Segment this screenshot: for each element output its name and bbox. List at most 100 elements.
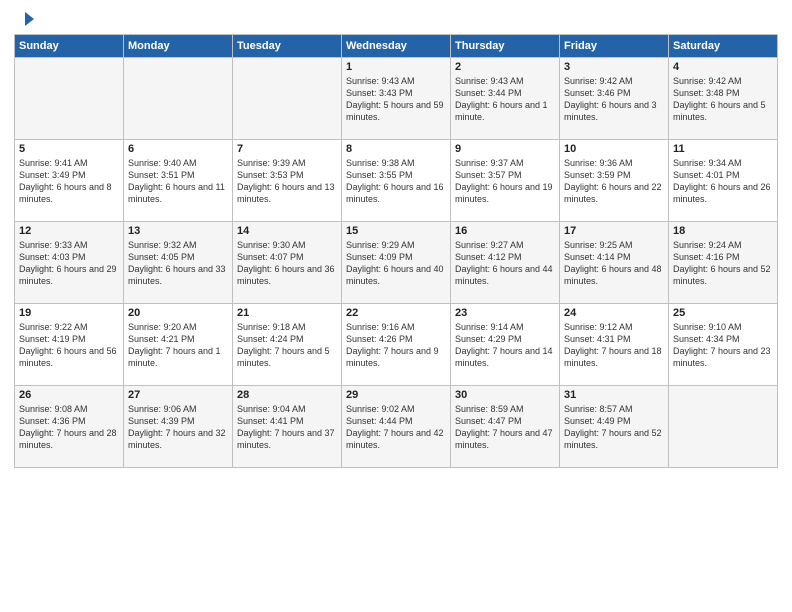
col-header-tuesday: Tuesday (233, 35, 342, 58)
cell-2-0: 5 Sunrise: 9:41 AM Sunset: 3:49 PM Daylig… (15, 140, 124, 222)
col-header-sunday: Sunday (15, 35, 124, 58)
header-row: SundayMondayTuesdayWednesdayThursdayFrid… (15, 35, 778, 58)
day-number: 7 (237, 143, 337, 155)
day-number: 9 (455, 143, 555, 155)
cell-1-5: 3 Sunrise: 9:42 AM Sunset: 3:46 PM Daylig… (560, 58, 669, 140)
col-header-monday: Monday (124, 35, 233, 58)
cell-1-1 (124, 58, 233, 140)
cell-info: Sunrise: 9:39 AM Sunset: 3:53 PM Dayligh… (237, 157, 337, 206)
day-number: 18 (673, 225, 773, 237)
cell-info: Sunrise: 9:42 AM Sunset: 3:48 PM Dayligh… (673, 75, 773, 124)
day-number: 28 (237, 389, 337, 401)
cell-info: Sunrise: 9:12 AM Sunset: 4:31 PM Dayligh… (564, 321, 664, 370)
cell-3-4: 16Sunrise: 9:27 AM Sunset: 4:12 PM Dayli… (451, 222, 560, 304)
day-number: 27 (128, 389, 228, 401)
cell-info: Sunrise: 9:41 AM Sunset: 3:49 PM Dayligh… (19, 157, 119, 206)
cell-1-3: 1 Sunrise: 9:43 AM Sunset: 3:43 PM Daylig… (342, 58, 451, 140)
cell-info: Sunrise: 9:25 AM Sunset: 4:14 PM Dayligh… (564, 239, 664, 288)
cell-info: Sunrise: 9:38 AM Sunset: 3:55 PM Dayligh… (346, 157, 446, 206)
day-number: 15 (346, 225, 446, 237)
calendar-table: SundayMondayTuesdayWednesdayThursdayFrid… (14, 34, 778, 468)
cell-1-6: 4 Sunrise: 9:42 AM Sunset: 3:48 PM Daylig… (669, 58, 778, 140)
logo (14, 10, 34, 28)
page: SundayMondayTuesdayWednesdayThursdayFrid… (0, 0, 792, 612)
cell-3-2: 14 Sunrise: 9:30 AM Sunset: 4:07 PM Dayli… (233, 222, 342, 304)
cell-info: Sunrise: 9:30 AM Sunset: 4:07 PM Dayligh… (237, 239, 337, 288)
cell-5-1: 27 Sunrise: 9:06 AM Sunset: 4:39 PM Dayli… (124, 386, 233, 468)
cell-5-0: 26 Sunrise: 9:08 AM Sunset: 4:36 PM Dayli… (15, 386, 124, 468)
day-number: 24 (564, 307, 664, 319)
cell-info: Sunrise: 9:37 AM Sunset: 3:57 PM Dayligh… (455, 157, 555, 206)
cell-info: Sunrise: 9:43 AM Sunset: 3:43 PM Dayligh… (346, 75, 446, 124)
col-header-friday: Friday (560, 35, 669, 58)
col-header-thursday: Thursday (451, 35, 560, 58)
cell-5-5: 31 Sunrise: 8:57 AM Sunset: 4:49 PM Dayli… (560, 386, 669, 468)
cell-info: Sunrise: 9:22 AM Sunset: 4:19 PM Dayligh… (19, 321, 119, 370)
cell-info: Sunrise: 9:06 AM Sunset: 4:39 PM Dayligh… (128, 403, 228, 452)
cell-2-4: 9 Sunrise: 9:37 AM Sunset: 3:57 PM Daylig… (451, 140, 560, 222)
cell-info: Sunrise: 9:10 AM Sunset: 4:34 PM Dayligh… (673, 321, 773, 370)
cell-info: Sunrise: 8:59 AM Sunset: 4:47 PM Dayligh… (455, 403, 555, 452)
cell-info: Sunrise: 9:24 AM Sunset: 4:16 PM Dayligh… (673, 239, 773, 288)
cell-3-3: 15Sunrise: 9:29 AM Sunset: 4:09 PM Dayli… (342, 222, 451, 304)
day-number: 2 (455, 61, 555, 73)
day-number: 10 (564, 143, 664, 155)
cell-info: Sunrise: 9:40 AM Sunset: 3:51 PM Dayligh… (128, 157, 228, 206)
cell-4-2: 21Sunrise: 9:18 AM Sunset: 4:24 PM Dayli… (233, 304, 342, 386)
cell-4-6: 25 Sunrise: 9:10 AM Sunset: 4:34 PM Dayli… (669, 304, 778, 386)
cell-4-3: 22 Sunrise: 9:16 AM Sunset: 4:26 PM Dayli… (342, 304, 451, 386)
cell-info: Sunrise: 9:27 AM Sunset: 4:12 PM Dayligh… (455, 239, 555, 288)
day-number: 30 (455, 389, 555, 401)
week-row-5: 26 Sunrise: 9:08 AM Sunset: 4:36 PM Dayli… (15, 386, 778, 468)
cell-2-5: 10 Sunrise: 9:36 AM Sunset: 3:59 PM Dayli… (560, 140, 669, 222)
cell-2-6: 11 Sunrise: 9:34 AM Sunset: 4:01 PM Dayli… (669, 140, 778, 222)
cell-info: Sunrise: 9:43 AM Sunset: 3:44 PM Dayligh… (455, 75, 555, 124)
day-number: 14 (237, 225, 337, 237)
cell-4-1: 20 Sunrise: 9:20 AM Sunset: 4:21 PM Dayli… (124, 304, 233, 386)
header (14, 10, 778, 28)
cell-info: Sunrise: 9:34 AM Sunset: 4:01 PM Dayligh… (673, 157, 773, 206)
day-number: 5 (19, 143, 119, 155)
cell-2-3: 8Sunrise: 9:38 AM Sunset: 3:55 PM Daylig… (342, 140, 451, 222)
cell-info: Sunrise: 9:04 AM Sunset: 4:41 PM Dayligh… (237, 403, 337, 452)
cell-info: Sunrise: 9:33 AM Sunset: 4:03 PM Dayligh… (19, 239, 119, 288)
day-number: 20 (128, 307, 228, 319)
cell-info: Sunrise: 9:16 AM Sunset: 4:26 PM Dayligh… (346, 321, 446, 370)
day-number: 11 (673, 143, 773, 155)
day-number: 29 (346, 389, 446, 401)
cell-info: Sunrise: 9:08 AM Sunset: 4:36 PM Dayligh… (19, 403, 119, 452)
week-row-3: 12 Sunrise: 9:33 AM Sunset: 4:03 PM Dayli… (15, 222, 778, 304)
cell-4-5: 24 Sunrise: 9:12 AM Sunset: 4:31 PM Dayli… (560, 304, 669, 386)
day-number: 3 (564, 61, 664, 73)
cell-info: Sunrise: 9:20 AM Sunset: 4:21 PM Dayligh… (128, 321, 228, 370)
cell-5-4: 30 Sunrise: 8:59 AM Sunset: 4:47 PM Dayli… (451, 386, 560, 468)
cell-4-0: 19Sunrise: 9:22 AM Sunset: 4:19 PM Dayli… (15, 304, 124, 386)
cell-info: Sunrise: 9:42 AM Sunset: 3:46 PM Dayligh… (564, 75, 664, 124)
day-number: 23 (455, 307, 555, 319)
col-header-wednesday: Wednesday (342, 35, 451, 58)
day-number: 1 (346, 61, 446, 73)
cell-1-4: 2 Sunrise: 9:43 AM Sunset: 3:44 PM Daylig… (451, 58, 560, 140)
week-row-2: 5 Sunrise: 9:41 AM Sunset: 3:49 PM Daylig… (15, 140, 778, 222)
col-header-saturday: Saturday (669, 35, 778, 58)
cell-3-6: 18 Sunrise: 9:24 AM Sunset: 4:16 PM Dayli… (669, 222, 778, 304)
day-number: 26 (19, 389, 119, 401)
day-number: 25 (673, 307, 773, 319)
logo-flag-icon (16, 10, 34, 28)
day-number: 21 (237, 307, 337, 319)
cell-4-4: 23 Sunrise: 9:14 AM Sunset: 4:29 PM Dayli… (451, 304, 560, 386)
day-number: 12 (19, 225, 119, 237)
day-number: 31 (564, 389, 664, 401)
cell-2-2: 7 Sunrise: 9:39 AM Sunset: 3:53 PM Daylig… (233, 140, 342, 222)
cell-info: Sunrise: 9:36 AM Sunset: 3:59 PM Dayligh… (564, 157, 664, 206)
cell-info: Sunrise: 8:57 AM Sunset: 4:49 PM Dayligh… (564, 403, 664, 452)
cell-info: Sunrise: 9:32 AM Sunset: 4:05 PM Dayligh… (128, 239, 228, 288)
day-number: 6 (128, 143, 228, 155)
week-row-4: 19Sunrise: 9:22 AM Sunset: 4:19 PM Dayli… (15, 304, 778, 386)
cell-3-5: 17Sunrise: 9:25 AM Sunset: 4:14 PM Dayli… (560, 222, 669, 304)
cell-info: Sunrise: 9:14 AM Sunset: 4:29 PM Dayligh… (455, 321, 555, 370)
day-number: 22 (346, 307, 446, 319)
cell-1-2 (233, 58, 342, 140)
cell-3-1: 13Sunrise: 9:32 AM Sunset: 4:05 PM Dayli… (124, 222, 233, 304)
day-number: 4 (673, 61, 773, 73)
